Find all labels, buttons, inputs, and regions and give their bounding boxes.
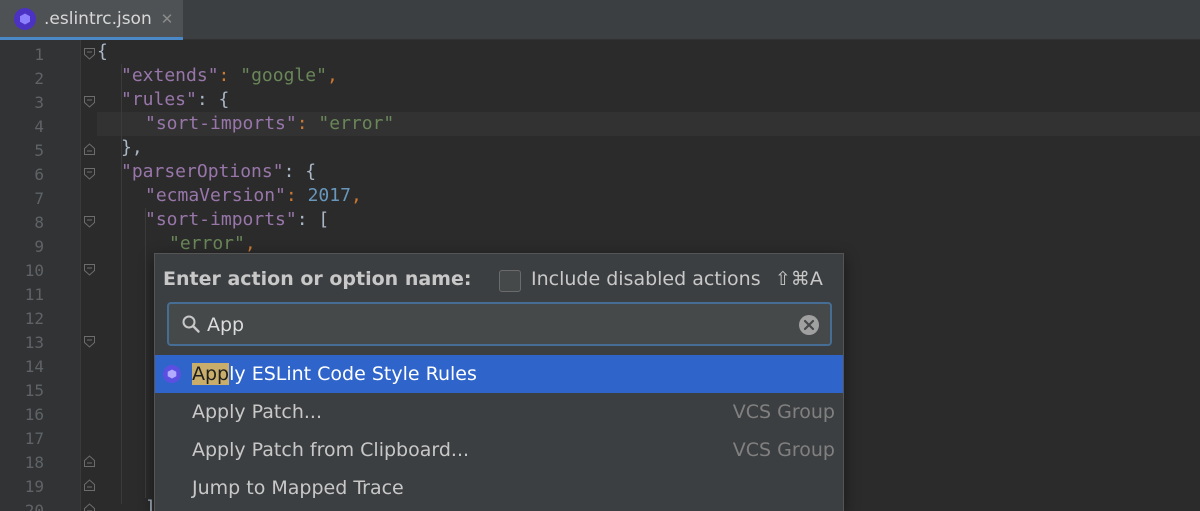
search-match-highlight: App	[192, 363, 230, 385]
popup-header: Enter action or option name:	[163, 268, 472, 290]
tab-filename: .eslintrc.json	[44, 8, 152, 29]
eslint-icon	[163, 365, 181, 383]
fold-close-icon[interactable]	[83, 503, 96, 511]
clear-search-icon[interactable]	[798, 314, 820, 336]
line-number: 4	[34, 117, 44, 136]
line-number: 5	[34, 141, 44, 160]
code-line-8: "sort-imports": [	[145, 209, 330, 230]
line-number: 2	[34, 69, 44, 88]
fold-open-icon[interactable]	[83, 95, 96, 108]
line-number: 15	[24, 381, 44, 400]
line-number: 19	[24, 477, 44, 496]
search-icon	[182, 315, 200, 333]
line-number: 1	[34, 45, 44, 64]
close-icon[interactable]: ✕	[161, 10, 174, 28]
fold-open-icon[interactable]	[83, 167, 96, 180]
action-label: Apply Patch from Clipboard...	[192, 439, 470, 461]
fold-open-icon[interactable]	[83, 47, 96, 60]
line-number: 14	[24, 357, 44, 376]
line-number: 16	[24, 405, 44, 424]
code-line-2: "extends": "google",	[121, 65, 338, 86]
shortcut-hint: ⇧⌘A	[775, 268, 823, 290]
line-number: 12	[24, 309, 44, 328]
indent-guide	[121, 64, 122, 504]
fold-close-icon[interactable]	[83, 455, 96, 468]
fold-close-icon[interactable]	[83, 479, 96, 492]
code-line-6: "parserOptions": {	[121, 161, 317, 182]
action-group: VCS Group	[732, 439, 835, 461]
action-label: Apply ESLint Code Style Rules	[192, 363, 477, 385]
action-label: Jump to Mapped Trace	[192, 477, 404, 499]
line-number: 20	[24, 501, 44, 511]
gutter-separator	[80, 40, 81, 511]
action-group: VCS Group	[732, 401, 835, 423]
tab-eslintrc-json[interactable]: .eslintrc.json ✕	[0, 0, 183, 40]
action-apply-patch[interactable]: Apply Patch... VCS Group	[155, 393, 843, 431]
fold-open-icon[interactable]	[83, 263, 96, 276]
line-number: 6	[34, 165, 44, 184]
line-number: 8	[34, 213, 44, 232]
line-number: 3	[34, 93, 44, 112]
code-line-5: },	[121, 137, 143, 158]
line-number: 10	[24, 261, 44, 280]
fold-open-icon[interactable]	[83, 335, 96, 348]
include-disabled-label[interactable]: Include disabled actions	[531, 268, 761, 290]
indent-guide	[145, 208, 146, 498]
code-line-7: "ecmaVersion": 2017,	[145, 185, 362, 206]
fold-close-icon[interactable]	[83, 143, 96, 156]
code-line-1: {	[97, 41, 108, 62]
search-field[interactable]	[167, 302, 832, 346]
search-input[interactable]	[207, 310, 787, 340]
line-number: 9	[34, 237, 44, 256]
action-jump-to-mapped-trace[interactable]: Jump to Mapped Trace	[155, 469, 843, 507]
line-number: 11	[24, 285, 44, 304]
line-number: 17	[24, 429, 44, 448]
fold-open-icon[interactable]	[83, 215, 96, 228]
action-apply-eslint-code-style-rules[interactable]: Apply ESLint Code Style Rules	[155, 355, 843, 393]
include-disabled-checkbox[interactable]	[499, 270, 521, 292]
line-number: 18	[24, 453, 44, 472]
code-line-4: "sort-imports": "error"	[145, 113, 395, 134]
action-label: Apply Patch...	[192, 401, 322, 423]
action-results-list: Apply ESLint Code Style Rules Apply Patc…	[155, 355, 843, 507]
action-apply-patch-from-clipboard[interactable]: Apply Patch from Clipboard... VCS Group	[155, 431, 843, 469]
line-number: 13	[24, 333, 44, 352]
code-line-3: "rules": {	[121, 89, 230, 110]
find-action-popup: Enter action or option name: Include dis…	[154, 253, 844, 511]
line-number: 7	[34, 189, 44, 208]
editor-tab-bar: .eslintrc.json ✕	[0, 0, 1200, 40]
line-number-gutter: 1 2 3 4 5 6 7 8 9 10 11 12 13 14 15 16 1…	[0, 40, 95, 511]
eslint-hexagon-icon	[14, 7, 36, 30]
